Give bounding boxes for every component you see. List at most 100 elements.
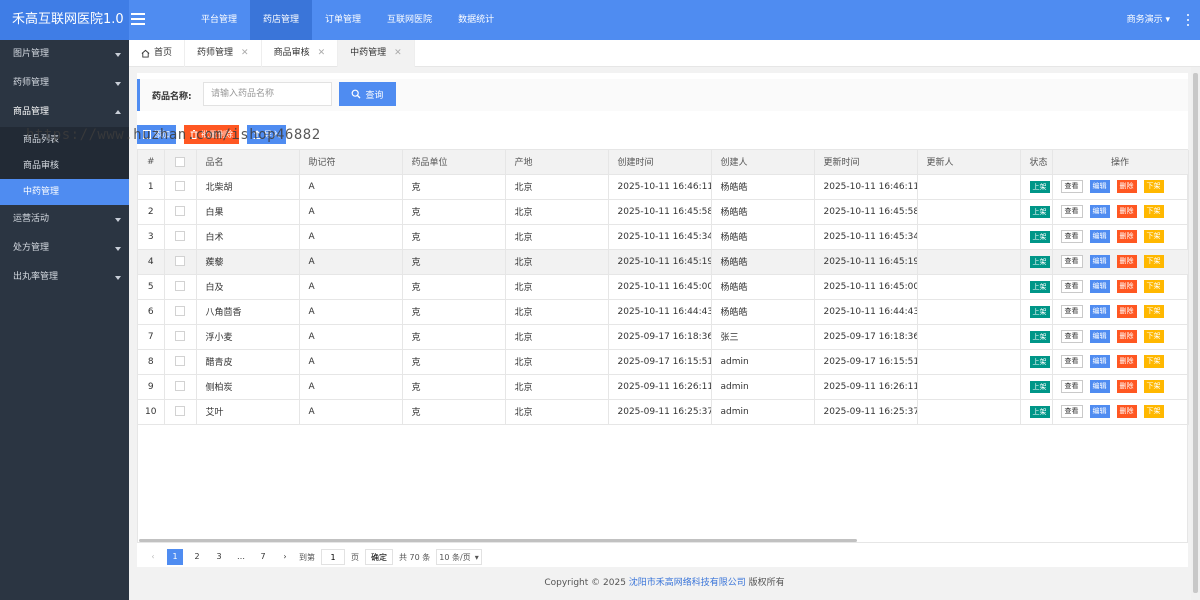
offshelf-button[interactable]: 下架 [1143,405,1164,418]
sidebar-item-products[interactable]: 商品管理 [0,98,129,127]
view-button[interactable]: 查看 [1060,355,1083,368]
offshelf-button[interactable]: 下架 [1143,180,1164,193]
delete-button[interactable]: 删除 [1116,380,1137,393]
vertical-scrollbar[interactable] [1191,67,1200,600]
sidebar-item-prescriptions[interactable]: 处方管理 [0,234,129,263]
tab-tcm[interactable]: 中药管理 ✕ [338,40,415,67]
prev-page-icon[interactable]: ‹ [145,549,161,565]
delete-button[interactable]: 删除 [1116,305,1137,318]
view-button[interactable]: 查看 [1060,255,1083,268]
row-checkbox[interactable] [175,356,185,367]
col-header-created[interactable]: 创建时间 [608,150,712,175]
edit-button[interactable]: 编辑 [1089,405,1110,418]
col-header-updated[interactable]: 更新时间 [814,150,918,175]
horizontal-scrollbar[interactable] [139,539,857,542]
table-row[interactable]: 1 北柴胡 A 克北京 2025-10-11 16:46:11 杨皓皓 2025-10-11… [138,174,1189,200]
row-checkbox[interactable] [175,281,185,292]
delete-button[interactable]: 删除 [1116,330,1137,343]
topnav-pharmacy[interactable]: 药店管理 [250,0,313,40]
page-2[interactable]: 2 [189,549,205,565]
view-button[interactable]: 查看 [1060,380,1083,393]
edit-button[interactable]: 编辑 [1089,305,1110,318]
row-checkbox[interactable] [175,181,185,192]
close-icon[interactable]: ✕ [394,40,402,67]
next-page-icon[interactable]: › [277,549,293,565]
offshelf-button[interactable]: 下架 [1143,280,1164,293]
edit-button[interactable]: 编辑 [1089,380,1110,393]
table-row[interactable]: 3 白术 A 克北京 2025-10-11 16:45:34 杨皓皓 2025-10-11 … [138,224,1189,250]
col-header-unit[interactable]: 药品单位 [402,150,506,175]
col-header-updater[interactable]: 更新人 [917,150,1021,175]
col-header-creator[interactable]: 创建人 [711,150,815,175]
table-row[interactable]: 7 浮小麦 A 克北京 2025-09-17 16:18:36 张三 2025-09-17 … [138,324,1189,350]
delete-button[interactable]: 删除 [1116,405,1137,418]
topnav-platform[interactable]: 平台管理 [188,0,250,40]
page-3[interactable]: 3 [211,549,227,565]
edit-button[interactable]: 编辑 [1089,330,1110,343]
close-icon[interactable]: ✕ [241,40,249,67]
tab-home[interactable]: 首页 [129,40,186,67]
table-row[interactable]: 4 蒺藜 A 克北京 2025-10-11 16:45:19 杨皓皓 2025-10-11 … [138,249,1189,275]
sidebar-item-pharmacists[interactable]: 药师管理 [0,69,129,98]
goto-page-input[interactable] [321,549,345,565]
offshelf-button[interactable]: 下架 [1143,230,1164,243]
drug-name-input[interactable] [203,82,332,106]
edit-button[interactable]: 编辑 [1089,355,1110,368]
view-button[interactable]: 查看 [1060,280,1083,293]
topnav-orders[interactable]: 订单管理 [312,0,374,40]
view-button[interactable]: 查看 [1060,305,1083,318]
col-header-name[interactable]: 品名 [196,150,300,175]
view-button[interactable]: 查看 [1060,405,1083,418]
page-size-select[interactable]: 10 条/页 ▾ [436,549,482,565]
scrollbar-thumb[interactable] [1193,73,1198,593]
row-checkbox[interactable] [175,306,185,317]
edit-button[interactable]: 编辑 [1089,280,1110,293]
sidebar-item-operations[interactable]: 运营活动 [0,205,129,234]
edit-button[interactable]: 编辑 [1089,230,1110,243]
delete-button[interactable]: 删除 [1116,230,1137,243]
view-button[interactable]: 查看 [1060,330,1083,343]
edit-button[interactable]: 编辑 [1089,255,1110,268]
offshelf-button[interactable]: 下架 [1143,205,1164,218]
batch-delete-button[interactable]: 批量删除 [184,125,239,144]
row-checkbox[interactable] [175,256,185,267]
delete-button[interactable]: 删除 [1116,355,1137,368]
page-7[interactable]: 7 [255,549,271,565]
menu-toggle-icon[interactable] [131,13,145,25]
view-button[interactable]: 查看 [1060,180,1083,193]
row-checkbox[interactable] [175,206,185,217]
col-header-mnemonic[interactable]: 助记符 [299,150,403,175]
edit-button[interactable]: 编辑 [1089,180,1110,193]
topnav-internet-hospital[interactable]: 互联网医院 [374,0,445,40]
delete-button[interactable]: 删除 [1116,205,1137,218]
row-checkbox[interactable] [175,406,185,417]
col-header-origin[interactable]: 产地 [505,150,609,175]
delete-button[interactable]: 删除 [1116,280,1137,293]
offshelf-button[interactable]: 下架 [1143,380,1164,393]
page-1[interactable]: 1 [167,549,183,565]
tab-product-review[interactable]: 商品审核 ✕ [262,40,339,67]
goto-confirm-button[interactable]: 确定 [365,549,393,565]
sidebar-subitem-tcm[interactable]: 中药管理 [0,179,129,205]
table-row[interactable]: 8 醋青皮 A 克北京 2025-09-17 16:15:51 admin 2025-09-… [138,349,1189,375]
footer-company-link[interactable]: 沈阳市禾高网络科技有限公司 [629,578,746,588]
tab-pharmacists[interactable]: 药师管理 ✕ [185,40,262,67]
view-button[interactable]: 查看 [1060,230,1083,243]
table-row[interactable]: 6 八角茴香 A 克北京 2025-10-11 16:44:43 杨皓皓 2025-10-1… [138,299,1189,325]
offshelf-button[interactable]: 下架 [1143,355,1164,368]
table-row[interactable]: 5 白及 A 克北京 2025-10-11 16:45:00 杨皓皓 2025-10-11 … [138,274,1189,300]
user-menu[interactable]: 商务演示 ▾ [1127,0,1170,40]
sidebar-item-images[interactable]: 图片管理 [0,40,129,69]
table-row[interactable]: 10 艾叶 A 克北京 2025-09-11 16:25:37 admin 2025-09-… [138,399,1189,425]
topnav-statistics[interactable]: 数据统计 [445,0,507,40]
search-button[interactable]: 查询 [339,82,396,106]
row-checkbox[interactable] [175,381,185,392]
more-vertical-icon[interactable] [1186,14,1190,26]
table-row[interactable]: 9 侧柏炭 A 克北京 2025-09-11 16:26:11 admin 2025-09-… [138,374,1189,400]
view-button[interactable]: 查看 [1060,205,1083,218]
sidebar-subitem-product-review[interactable]: 商品审核 [0,153,129,179]
offshelf-button[interactable]: 下架 [1143,330,1164,343]
table-row[interactable]: 2 白果 A 克北京 2025-10-11 16:45:58 杨皓皓 2025-10-11 … [138,199,1189,225]
row-checkbox[interactable] [175,331,185,342]
offshelf-button[interactable]: 下架 [1143,255,1164,268]
